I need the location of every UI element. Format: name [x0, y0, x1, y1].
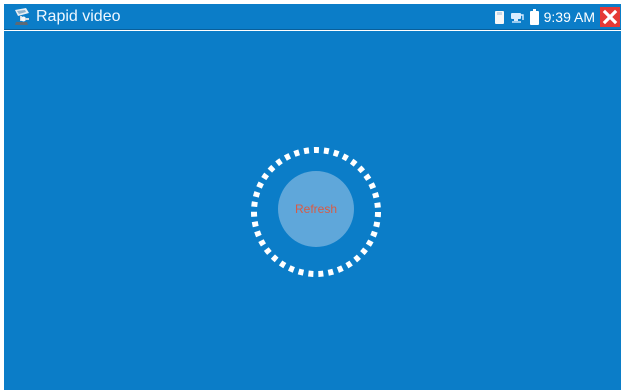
- refresh-label: Refresh: [294, 202, 338, 216]
- close-button[interactable]: [600, 7, 620, 27]
- clock: 9:39 AM: [543, 9, 595, 25]
- device-screen: Rapid video 9:39 AM Refresh: [0, 0, 621, 390]
- status-area: 9:39 AM: [494, 4, 621, 30]
- close-icon: [602, 9, 618, 25]
- refresh-button[interactable]: Refresh: [278, 171, 354, 247]
- rapid-video-panel: Refresh: [4, 31, 621, 390]
- sd-card-icon: [494, 10, 504, 24]
- status-bar: Rapid video 9:39 AM: [4, 4, 621, 30]
- battery-body: [529, 11, 539, 25]
- camera-icon: [15, 8, 29, 25]
- battery-icon: [529, 9, 539, 25]
- network-icon: [510, 12, 524, 23]
- app-title: Rapid video: [36, 8, 121, 25]
